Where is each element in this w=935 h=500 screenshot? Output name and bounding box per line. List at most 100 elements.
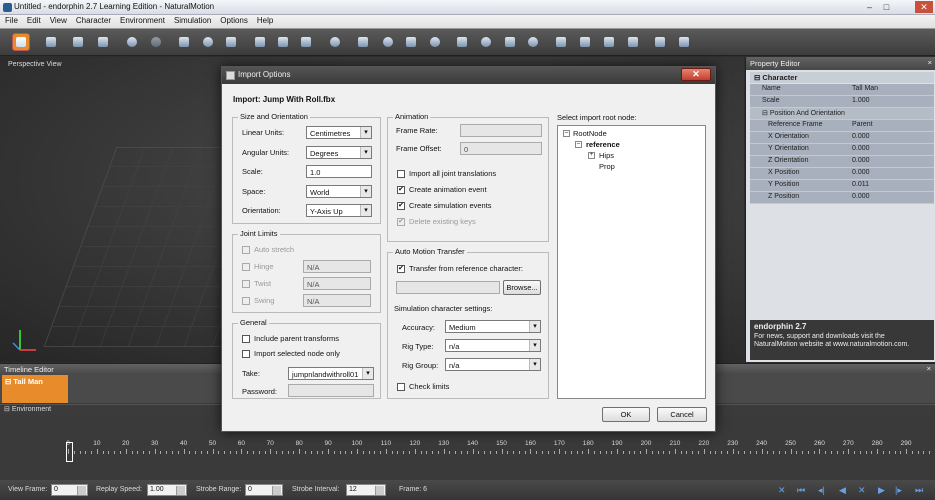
frame-offset-field[interactable]: 0: [460, 142, 542, 155]
create-simulation-events-checkbox[interactable]: ✔: [397, 202, 405, 210]
timeline-ruler[interactable]: 0 10 20 30 40 50 60 70 80 90 100 110 120 130 140 150 160…: [62, 440, 931, 456]
play-backward-icon[interactable]: ◀: [839, 485, 846, 496]
select-tool-icon[interactable]: [12, 33, 30, 51]
property-editor-close-icon[interactable]: ×: [928, 58, 932, 67]
strobe-interval-spinner[interactable]: 12: [346, 484, 386, 496]
property-row[interactable]: Reference Frame Parent: [750, 120, 934, 132]
rig-group-dropdown[interactable]: n/a: [445, 358, 541, 371]
collapse-icon[interactable]: –: [575, 141, 582, 148]
create-animation-event-checkbox[interactable]: ✔: [397, 186, 405, 194]
import-icon[interactable]: [70, 34, 86, 50]
property-row[interactable]: Z Orientation 0.000: [750, 156, 934, 168]
save-icon[interactable]: [43, 34, 59, 50]
paint-icon[interactable]: [625, 34, 641, 50]
menu-options[interactable]: Options: [215, 15, 252, 25]
strobe-range-spinner[interactable]: 0: [245, 484, 283, 496]
box-icon[interactable]: [403, 34, 419, 50]
loop-icon[interactable]: ✕: [778, 485, 786, 496]
cancel-button[interactable]: Cancel: [657, 407, 707, 422]
character-pose-icon[interactable]: [275, 34, 291, 50]
collapse-icon[interactable]: –: [563, 130, 570, 137]
property-row-scale[interactable]: Scale 1.000: [750, 96, 934, 108]
rig-type-dropdown[interactable]: n/a: [445, 339, 541, 352]
character-section[interactable]: ⊟ Character: [750, 72, 934, 83]
browse-button[interactable]: Browse...: [503, 280, 541, 295]
property-row[interactable]: Y Position 0.011: [750, 180, 934, 192]
column-icon[interactable]: [502, 34, 518, 50]
replay-speed-spinner[interactable]: 1.00: [147, 484, 187, 496]
delete-existing-keys-checkbox[interactable]: ✔: [397, 218, 405, 226]
angular-units-dropdown[interactable]: Degrees: [306, 146, 372, 159]
character-icon[interactable]: [298, 34, 314, 50]
take-dropdown[interactable]: jumpnlandwithroll01: [288, 367, 374, 380]
orientation-dropdown[interactable]: Y-Axis Up: [306, 204, 372, 217]
property-row-name[interactable]: Name Tall Man: [750, 84, 934, 96]
redo-icon[interactable]: [148, 34, 164, 50]
auto-stretch-checkbox[interactable]: [242, 246, 250, 254]
scale-field[interactable]: 1.0: [306, 165, 372, 178]
minimize-button[interactable]: –: [863, 1, 876, 13]
menu-help[interactable]: Help: [252, 15, 277, 25]
step-back-icon[interactable]: ◂|: [818, 485, 825, 496]
track-label-environment[interactable]: ⊟ Environment: [2, 404, 53, 414]
menu-character[interactable]: Character: [71, 15, 115, 25]
undo-icon[interactable]: [124, 34, 140, 50]
play-forward-icon[interactable]: ▶: [878, 485, 885, 496]
maximize-button[interactable]: □: [880, 1, 893, 13]
hinge-checkbox[interactable]: [242, 263, 250, 271]
property-row[interactable]: X Orientation 0.000: [750, 132, 934, 144]
property-row[interactable]: Z Position 0.000: [750, 192, 934, 204]
step-forward-icon[interactable]: |▸: [895, 485, 902, 496]
pose-icon[interactable]: [252, 34, 268, 50]
strobe-icon[interactable]: ✕: [858, 485, 866, 496]
lock-icon[interactable]: [577, 34, 593, 50]
ok-button[interactable]: OK: [602, 407, 650, 422]
import-joint-translations-checkbox[interactable]: [397, 170, 405, 178]
tree-node-prop[interactable]: Prop: [599, 162, 615, 171]
include-parent-checkbox[interactable]: [242, 335, 250, 343]
settings-icon[interactable]: [676, 34, 692, 50]
close-button[interactable]: ✕: [915, 1, 933, 13]
view-frame-spinner[interactable]: 0: [51, 484, 88, 496]
cylinder-icon[interactable]: [427, 34, 443, 50]
menu-file[interactable]: File: [0, 15, 22, 25]
space-dropdown[interactable]: World: [306, 185, 372, 198]
ellipse-icon[interactable]: [525, 34, 541, 50]
shield-icon[interactable]: [355, 34, 371, 50]
root-node-tree[interactable]: – RootNode – reference + Hips Prop: [557, 125, 706, 399]
shield-outline-icon[interactable]: [454, 34, 470, 50]
tree-node-reference[interactable]: reference: [586, 140, 620, 149]
menu-view[interactable]: View: [45, 15, 71, 25]
rotate-icon[interactable]: [200, 34, 216, 50]
globe-icon[interactable]: [478, 34, 494, 50]
tree-node-hips[interactable]: Hips: [599, 151, 614, 160]
scale-icon[interactable]: [223, 34, 239, 50]
reference-character-field[interactable]: [396, 281, 500, 294]
frame-rate-field[interactable]: [460, 124, 542, 137]
menu-simulation[interactable]: Simulation: [169, 15, 215, 25]
menu-environment[interactable]: Environment: [115, 15, 169, 25]
property-row[interactable]: X Position 0.000: [750, 168, 934, 180]
playhead[interactable]: [66, 442, 73, 462]
twist-field[interactable]: N/A: [303, 277, 371, 290]
check-limits-checkbox[interactable]: [397, 383, 405, 391]
timeline-close-icon[interactable]: ×: [927, 364, 931, 373]
capsule-icon[interactable]: [327, 34, 343, 50]
export-icon[interactable]: [95, 34, 111, 50]
expand-icon[interactable]: +: [588, 152, 595, 159]
swing-checkbox[interactable]: [242, 297, 250, 305]
first-frame-icon[interactable]: ⏮: [797, 485, 805, 496]
pen-icon[interactable]: [601, 34, 617, 50]
last-frame-icon[interactable]: ⏭: [915, 485, 923, 496]
position-orientation-section[interactable]: ⊟ Position And Orientation: [750, 108, 934, 120]
transfer-reference-checkbox[interactable]: ✔: [397, 265, 405, 273]
tree-node-rootnode[interactable]: RootNode: [573, 129, 607, 138]
password-field[interactable]: [288, 384, 374, 397]
sphere-icon[interactable]: [380, 34, 396, 50]
render-icon[interactable]: [652, 34, 668, 50]
accuracy-dropdown[interactable]: Medium: [445, 320, 541, 333]
track-label-tall-man[interactable]: ⊟ Tall Man: [2, 375, 68, 403]
move-icon[interactable]: [176, 34, 192, 50]
hinge-field[interactable]: N/A: [303, 260, 371, 273]
linear-units-dropdown[interactable]: Centimetres: [306, 126, 372, 139]
